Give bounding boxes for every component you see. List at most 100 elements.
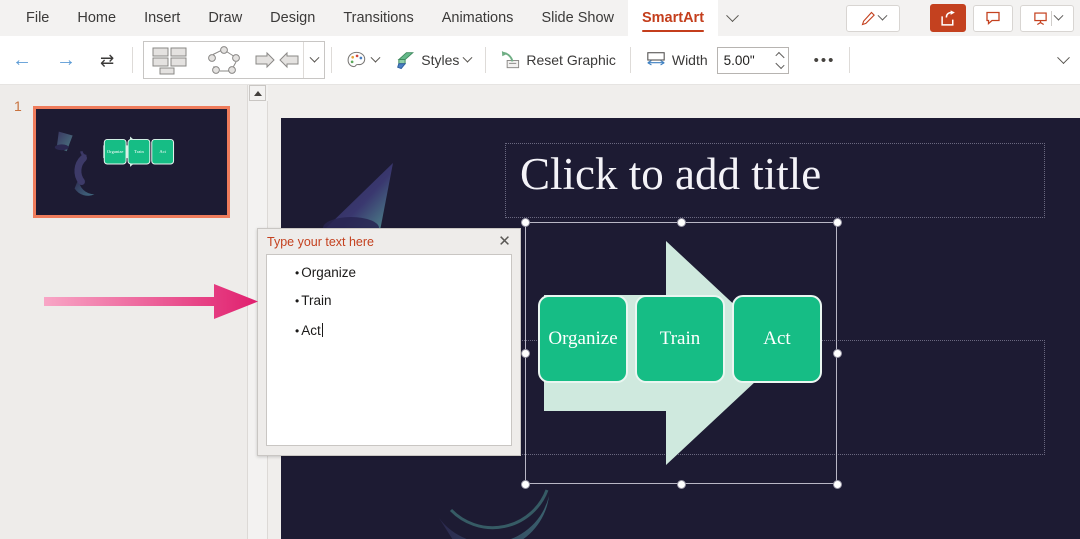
tab-design[interactable]: Design: [256, 0, 329, 36]
tab-animations[interactable]: Animations: [428, 0, 528, 36]
smartart-styles-label: Styles: [421, 52, 459, 68]
present-button[interactable]: [1020, 5, 1074, 32]
width-stepper[interactable]: 5.00": [717, 47, 789, 74]
svg-text:Act: Act: [159, 149, 166, 154]
promote-demote-button[interactable]: ⇄: [88, 52, 126, 69]
tab-design-label: Design: [270, 10, 315, 26]
ribbon-right-actions: [846, 0, 1074, 36]
text-pane-title: Type your text here: [267, 235, 374, 249]
collapse-ribbon-button[interactable]: [1059, 36, 1068, 85]
layout-converging-arrows-thumb[interactable]: [250, 42, 303, 78]
title-placeholder[interactable]: Click to add title: [505, 143, 1045, 218]
layout-gallery: [143, 41, 325, 79]
width-spinner-arrows[interactable]: [776, 54, 784, 67]
toolbar-divider: [485, 47, 486, 73]
ribbon-overflow-button[interactable]: [718, 0, 746, 36]
text-pane-item-organize[interactable]: • Organize: [295, 265, 505, 280]
selection-handle-top-right[interactable]: [833, 218, 842, 227]
text-pane-header: Type your text here ✕: [258, 229, 520, 254]
spinner-down-icon[interactable]: [775, 59, 784, 68]
layout-gallery-more-button[interactable]: [303, 42, 324, 78]
width-control: Width 5.00": [638, 43, 796, 77]
tab-smartart[interactable]: SmartArt: [628, 0, 718, 36]
tab-insert[interactable]: Insert: [130, 0, 194, 36]
svg-text:Train: Train: [134, 149, 144, 154]
present-icon: [1033, 11, 1048, 26]
comment-icon: [985, 10, 1001, 26]
tab-animations-label: Animations: [442, 10, 514, 26]
chevron-down-icon: [371, 52, 381, 62]
smartart-toolbar: ← → ⇄: [0, 36, 1080, 85]
tab-slide-show[interactable]: Slide Show: [527, 0, 628, 36]
comments-button[interactable]: [973, 5, 1013, 32]
reset-graphic-icon: [500, 50, 521, 71]
tab-file-label: File: [26, 10, 49, 26]
share-icon: [940, 10, 957, 27]
reset-graphic-label: Reset Graphic: [526, 52, 615, 68]
scroll-up-icon: [254, 91, 262, 96]
change-colors-button[interactable]: [339, 43, 386, 77]
text-pane-item-organize-label: Organize: [301, 265, 356, 280]
smartart-text-pane[interactable]: Type your text here ✕ • Organize • Train…: [257, 228, 521, 456]
text-pane-item-act[interactable]: • Act: [295, 321, 505, 338]
tab-file[interactable]: File: [12, 0, 63, 36]
tab-home[interactable]: Home: [63, 0, 130, 36]
selection-handle-bottom-left[interactable]: [521, 480, 530, 489]
smartart-styles-button[interactable]: Styles: [388, 43, 478, 77]
tab-home-label: Home: [77, 10, 116, 26]
selection-handle-top-center[interactable]: [677, 218, 686, 227]
width-icon: [645, 50, 667, 70]
width-label: Width: [672, 52, 708, 68]
bullet-icon: •: [295, 325, 299, 337]
tab-slide-show-label: Slide Show: [541, 10, 614, 26]
selection-handle-middle-left[interactable]: [521, 349, 530, 358]
chevron-down-icon: [726, 9, 739, 22]
more-options-button[interactable]: •••: [807, 43, 843, 77]
draw-pen-button[interactable]: [846, 5, 900, 32]
cycle-layout-icon: [204, 45, 244, 75]
layout-cycle-thumb[interactable]: [197, 42, 250, 78]
selection-handle-bottom-right[interactable]: [833, 480, 842, 489]
converging-arrows-layout-icon: [254, 49, 300, 71]
smartart-styles-icon: [395, 50, 416, 71]
slide-thumbnail-1[interactable]: Organize Train Act: [33, 106, 230, 218]
undo-icon: ←: [12, 49, 32, 71]
redo-button[interactable]: →: [44, 50, 88, 70]
svg-text:Organize: Organize: [107, 149, 124, 154]
toolbar-divider: [132, 47, 133, 73]
selection-handle-top-left[interactable]: [521, 218, 530, 227]
close-icon[interactable]: ✕: [496, 233, 513, 250]
thumbnail-graphic: Organize Train Act: [37, 110, 226, 214]
selection-handle-bottom-center[interactable]: [677, 480, 686, 489]
chevron-down-icon: [1057, 51, 1070, 64]
toolbar-divider: [331, 47, 332, 73]
selection-handle-middle-right[interactable]: [833, 349, 842, 358]
smartart-selection-frame: [525, 222, 837, 484]
powerpoint-window: File Home Insert Draw Design Transitions…: [0, 0, 1080, 539]
chevron-down-icon: [877, 10, 887, 20]
bullet-icon: •: [295, 267, 299, 279]
swap-arrows-icon: ⇄: [100, 51, 114, 70]
toolbar-divider: [849, 47, 850, 73]
text-pane-item-train[interactable]: • Train: [295, 293, 505, 308]
button-divider: [1051, 11, 1052, 26]
ribbon-tab-bar: File Home Insert Draw Design Transitions…: [0, 0, 1080, 36]
tab-transitions[interactable]: Transitions: [329, 0, 427, 36]
more-options-label: •••: [814, 52, 836, 69]
text-pane-item-act-label: Act: [301, 323, 321, 338]
share-button[interactable]: [930, 4, 966, 32]
tab-transitions-label: Transitions: [343, 10, 413, 26]
hierarchy-layout-icon: [150, 45, 192, 75]
thumbnail-scroll-up-button[interactable]: [249, 85, 266, 101]
layout-hierarchy-thumb[interactable]: [144, 42, 197, 78]
spinner-up-icon[interactable]: [775, 51, 784, 60]
tab-draw-label: Draw: [208, 10, 242, 26]
reset-graphic-button[interactable]: Reset Graphic: [493, 43, 622, 77]
text-cursor: [322, 323, 323, 337]
tab-draw[interactable]: Draw: [194, 0, 256, 36]
active-tab-underline: [642, 30, 704, 33]
tab-insert-label: Insert: [144, 10, 180, 26]
undo-button[interactable]: ←: [0, 50, 44, 70]
text-pane-body[interactable]: • Organize • Train • Act: [266, 254, 512, 446]
chevron-down-icon: [463, 52, 473, 62]
